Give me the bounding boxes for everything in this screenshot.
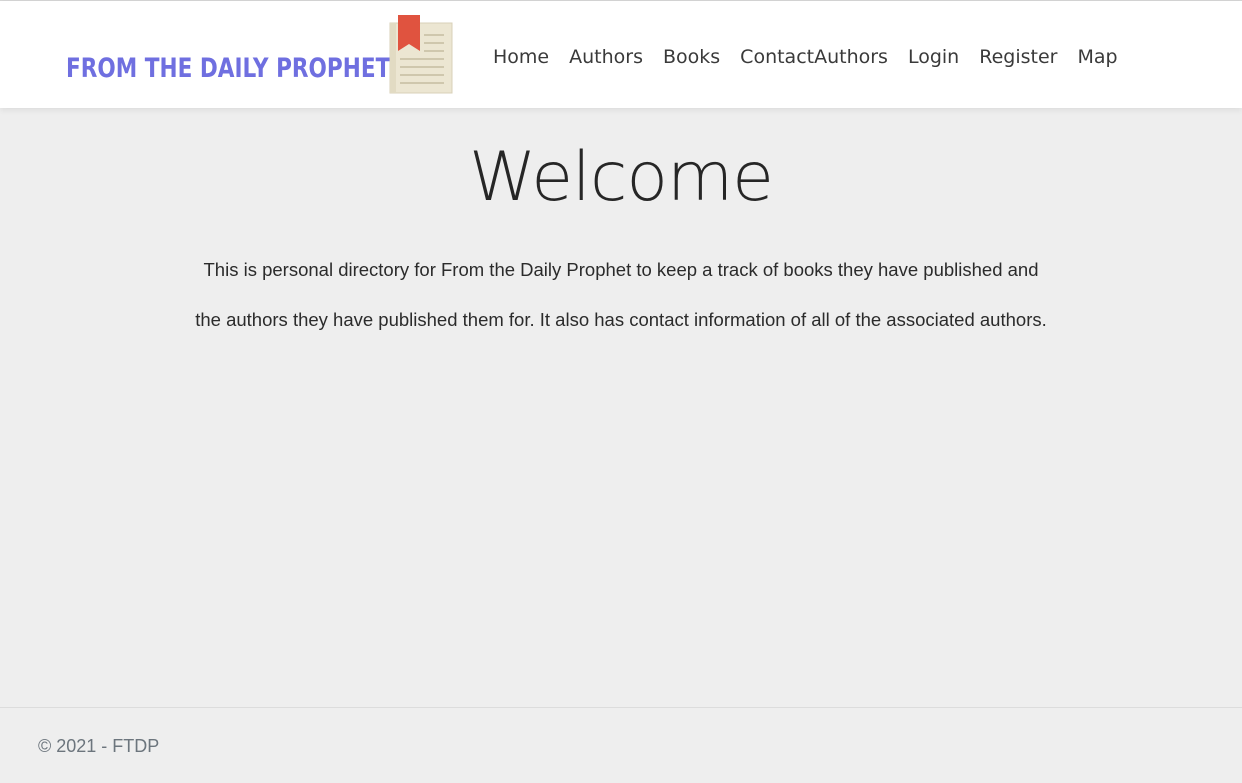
- navbar: FROM THE DAILY PROPHET Home Authors Book…: [0, 1, 1242, 108]
- nav-login[interactable]: Login: [898, 42, 969, 72]
- welcome-description: This is personal directory for From the …: [195, 259, 1047, 330]
- nav-register[interactable]: Register: [969, 42, 1067, 72]
- footer: © 2021 - FTDP: [0, 707, 1242, 783]
- nav-books[interactable]: Books: [653, 42, 730, 72]
- book-bookmark-icon: [388, 15, 454, 95]
- copyright-text: © 2021 - FTDP: [38, 736, 160, 756]
- nav-contact-authors[interactable]: ContactAuthors: [730, 42, 898, 72]
- main-content: Welcome This is personal directory for F…: [0, 108, 1242, 708]
- nav-home[interactable]: Home: [483, 42, 559, 72]
- brand-text: FROM THE DAILY PROPHET: [66, 53, 391, 84]
- brand-logo-link[interactable]: FROM THE DAILY PROPHET: [64, 15, 456, 95]
- nav-map[interactable]: Map: [1067, 42, 1127, 72]
- page-title: Welcome: [468, 138, 774, 217]
- main-nav: Home Authors Books ContactAuthors Login …: [483, 42, 1128, 72]
- nav-authors[interactable]: Authors: [559, 42, 653, 72]
